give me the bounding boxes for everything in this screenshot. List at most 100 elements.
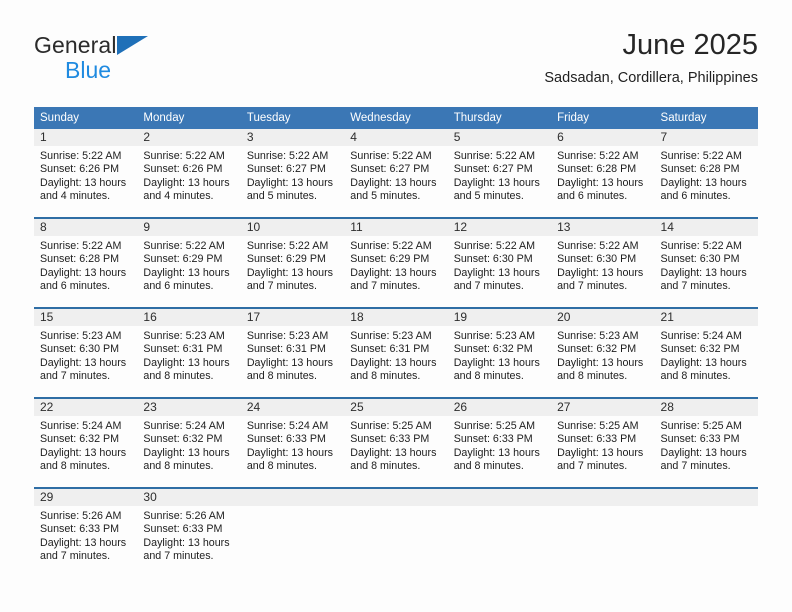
weekday-header-tuesday: Tuesday <box>240 107 345 129</box>
sunrise-text: Sunrise: 5:23 AM <box>40 330 122 342</box>
daylight-text-line1: Daylight: 13 hours <box>557 176 644 189</box>
day-cell-inner: 23 Sunrise: 5:24 AM Sunset: 6:32 PM Dayligh… <box>137 399 241 487</box>
day-cell-inner: 24 Sunrise: 5:24 AM Sunset: 6:33 PM Dayligh… <box>240 399 345 487</box>
sunset-text: Sunset: 6:30 PM <box>557 253 637 266</box>
calendar-day-cell[interactable]: 9 Sunrise: 5:22 AM Sunset: 6:29 PM Daylight… <box>137 217 241 308</box>
daylight-text-line2: and 8 minutes. <box>143 460 214 473</box>
day-cell-inner: 2 Sunrise: 5:22 AM Sunset: 6:26 PM Daylight… <box>137 129 241 217</box>
day-cell-inner: 30 Sunrise: 5:26 AM Sunset: 6:33 PM Dayligh… <box>137 489 241 577</box>
calendar-day-cell[interactable]: 18 Sunrise: 5:23 AM Sunset: 6:31 PM Dayligh… <box>344 307 448 398</box>
daylight-text-line2: and 8 minutes. <box>40 460 111 473</box>
calendar-day-cell[interactable]: 29 Sunrise: 5:26 AM Sunset: 6:33 PM Dayligh… <box>34 487 138 577</box>
day-cell-inner: 4 Sunrise: 5:22 AM Sunset: 6:27 PM Daylight… <box>344 129 448 217</box>
calendar-day-cell[interactable]: 27 Sunrise: 5:25 AM Sunset: 6:33 PM Dayligh… <box>551 397 655 488</box>
calendar-day-cell[interactable]: 14 Sunrise: 5:22 AM Sunset: 6:30 PM Dayligh… <box>654 217 758 308</box>
day-details: Sunrise: 5:23 AM Sunset: 6:31 PM Daylight:… <box>241 326 344 384</box>
calendar-day-cell[interactable]: 3 Sunrise: 5:22 AM Sunset: 6:27 PM Daylight… <box>240 129 345 218</box>
daylight-text-line1: Daylight: 13 hours <box>453 446 540 459</box>
day-number: 21 <box>654 309 758 326</box>
calendar-day-cell[interactable]: 5 Sunrise: 5:22 AM Sunset: 6:27 PM Daylight… <box>447 129 552 218</box>
daylight-text-line2: and 7 minutes. <box>557 280 628 293</box>
sunrise-text: Sunrise: 5:22 AM <box>246 240 329 252</box>
day-number: 27 <box>551 399 655 416</box>
calendar-day-cell[interactable]: 21 Sunrise: 5:24 AM Sunset: 6:32 PM Dayligh… <box>654 307 758 398</box>
calendar-day-cell[interactable]: 30 Sunrise: 5:26 AM Sunset: 6:33 PM Dayligh… <box>137 487 241 577</box>
logo-text-general: General <box>34 32 117 58</box>
day-number: 7 <box>654 129 758 146</box>
calendar-day-cell[interactable]: 19 Sunrise: 5:23 AM Sunset: 6:32 PM Dayligh… <box>447 307 552 398</box>
day-number: 11 <box>344 219 448 236</box>
logo-text-blue: Blue <box>65 57 112 83</box>
daylight-text-line2: and 7 minutes. <box>660 460 731 473</box>
sunrise-text: Sunrise: 5:22 AM <box>557 240 639 252</box>
daylight-text-line2: and 8 minutes. <box>350 370 421 383</box>
sunset-text: Sunset: 6:26 PM <box>40 163 120 176</box>
day-number: 6 <box>551 129 655 146</box>
calendar-day-cell[interactable]: 26 Sunrise: 5:25 AM Sunset: 6:33 PM Dayligh… <box>447 397 552 488</box>
sunset-text: Sunset: 6:31 PM <box>143 343 223 356</box>
generalblue-logo[interactable]: General Blue <box>34 34 254 90</box>
calendar-day-cell[interactable]: 22 Sunrise: 5:24 AM Sunset: 6:32 PM Dayligh… <box>34 397 138 488</box>
daylight-text-line1: Daylight: 13 hours <box>557 266 644 279</box>
day-number: 1 <box>34 129 138 146</box>
calendar-day-cell[interactable]: 1 Sunrise: 5:22 AM Sunset: 6:26 PM Daylight… <box>34 129 138 218</box>
daylight-text-line2: and 6 minutes. <box>40 280 111 293</box>
daylight-text-line1: Daylight: 13 hours <box>143 446 230 459</box>
calendar-day-cell[interactable]: 10 Sunrise: 5:22 AM Sunset: 6:29 PM Dayligh… <box>240 217 345 308</box>
calendar-day-cell[interactable]: 12 Sunrise: 5:22 AM Sunset: 6:30 PM Dayligh… <box>447 217 552 308</box>
day-cell-inner: 28 Sunrise: 5:25 AM Sunset: 6:33 PM Dayligh… <box>654 399 758 487</box>
sunset-text: Sunset: 6:30 PM <box>660 253 740 266</box>
sunrise-text: Sunrise: 5:22 AM <box>660 240 742 252</box>
day-cell-inner <box>344 489 448 577</box>
calendar-day-cell[interactable]: 16 Sunrise: 5:23 AM Sunset: 6:31 PM Dayligh… <box>137 307 241 398</box>
calendar-day-cell <box>240 487 345 577</box>
calendar-day-cell[interactable]: 20 Sunrise: 5:23 AM Sunset: 6:32 PM Dayligh… <box>551 307 655 398</box>
logo-line-general: General <box>34 34 254 58</box>
calendar-day-cell[interactable]: 13 Sunrise: 5:22 AM Sunset: 6:30 PM Dayligh… <box>551 217 655 308</box>
calendar-day-cell[interactable]: 23 Sunrise: 5:24 AM Sunset: 6:32 PM Dayligh… <box>137 397 241 488</box>
calendar-day-cell[interactable]: 4 Sunrise: 5:22 AM Sunset: 6:27 PM Daylight… <box>344 129 448 218</box>
weekday-header-friday: Friday <box>551 107 655 129</box>
daylight-text-line1: Daylight: 13 hours <box>557 446 644 459</box>
daylight-text-line1: Daylight: 13 hours <box>453 176 540 189</box>
calendar-day-cell[interactable]: 15 Sunrise: 5:23 AM Sunset: 6:30 PM Dayligh… <box>34 307 138 398</box>
calendar-day-cell[interactable]: 7 Sunrise: 5:22 AM Sunset: 6:28 PM Daylight… <box>654 129 758 218</box>
sunrise-text: Sunrise: 5:26 AM <box>143 510 225 522</box>
day-number <box>344 489 448 506</box>
sunset-text: Sunset: 6:33 PM <box>557 433 637 446</box>
calendar-day-cell[interactable]: 17 Sunrise: 5:23 AM Sunset: 6:31 PM Dayligh… <box>240 307 345 398</box>
daylight-text-line2: and 5 minutes. <box>246 190 317 203</box>
day-number: 20 <box>551 309 655 326</box>
calendar-day-cell[interactable]: 6 Sunrise: 5:22 AM Sunset: 6:28 PM Daylight… <box>551 129 655 218</box>
weekday-header-thursday: Thursday <box>447 107 552 129</box>
calendar-day-cell[interactable]: 2 Sunrise: 5:22 AM Sunset: 6:26 PM Daylight… <box>137 129 241 218</box>
calendar-body: 1 Sunrise: 5:22 AM Sunset: 6:26 PM Daylight… <box>34 129 758 577</box>
daylight-text-line2: and 8 minutes. <box>660 370 731 383</box>
daylight-text-line1: Daylight: 13 hours <box>143 266 230 279</box>
calendar-day-cell[interactable]: 28 Sunrise: 5:25 AM Sunset: 6:33 PM Dayligh… <box>654 397 758 488</box>
calendar-day-cell[interactable]: 25 Sunrise: 5:25 AM Sunset: 6:33 PM Dayligh… <box>344 397 448 488</box>
weekday-header-wednesday: Wednesday <box>344 107 448 129</box>
day-details: Sunrise: 5:23 AM Sunset: 6:30 PM Daylight:… <box>34 326 137 384</box>
sunrise-text: Sunrise: 5:22 AM <box>350 150 432 162</box>
daylight-text-line2: and 4 minutes. <box>40 190 111 203</box>
weekday-header-sunday: Sunday <box>34 107 138 129</box>
sunrise-text: Sunrise: 5:22 AM <box>557 150 639 162</box>
sunset-text: Sunset: 6:33 PM <box>453 433 533 446</box>
calendar-day-cell[interactable]: 11 Sunrise: 5:22 AM Sunset: 6:29 PM Dayligh… <box>344 217 448 308</box>
day-cell-inner <box>654 489 758 577</box>
day-number: 24 <box>240 399 345 416</box>
calendar-day-cell[interactable]: 24 Sunrise: 5:24 AM Sunset: 6:33 PM Dayligh… <box>240 397 345 488</box>
day-number: 9 <box>137 219 241 236</box>
sunrise-text: Sunrise: 5:22 AM <box>453 240 536 252</box>
calendar-day-cell[interactable]: 8 Sunrise: 5:22 AM Sunset: 6:28 PM Daylight… <box>34 217 138 308</box>
daylight-text-line2: and 7 minutes. <box>143 550 214 563</box>
sunrise-text: Sunrise: 5:24 AM <box>143 420 225 432</box>
sunset-text: Sunset: 6:29 PM <box>350 253 430 266</box>
sunset-text: Sunset: 6:33 PM <box>350 433 430 446</box>
daylight-text-line2: and 8 minutes. <box>453 460 524 473</box>
daylight-text-line2: and 8 minutes. <box>557 370 628 383</box>
calendar-day-cell <box>447 487 552 577</box>
day-details: Sunrise: 5:23 AM Sunset: 6:32 PM Daylight:… <box>551 326 654 384</box>
day-cell-inner: 3 Sunrise: 5:22 AM Sunset: 6:27 PM Daylight… <box>240 129 345 217</box>
